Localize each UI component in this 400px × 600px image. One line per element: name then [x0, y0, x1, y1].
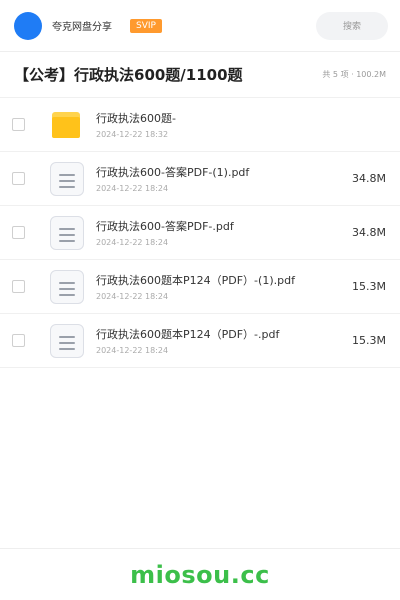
- list-item[interactable]: 行政执法600-答案PDF-.pdf 2024-12-22 18:24 34.8…: [0, 206, 400, 260]
- file-list: 行政执法600题- 2024-12-22 18:32 行政执法600-答案PDF…: [0, 98, 400, 368]
- file-date: 2024-12-22 18:32: [96, 130, 169, 139]
- file-date: 2024-12-22 18:24: [96, 238, 169, 247]
- file-name: 行政执法600题本P124（PDF）-(1).pdf: [96, 274, 295, 287]
- checkbox[interactable]: [12, 172, 25, 185]
- svip-badge: SVIP: [130, 18, 162, 33]
- checkbox[interactable]: [12, 118, 25, 131]
- folder-icon: [50, 108, 84, 142]
- file-size: 34.8M: [352, 172, 386, 185]
- list-item[interactable]: 行政执法600题本P124（PDF）-.pdf 2024-12-22 18:24…: [0, 314, 400, 368]
- page-title: 【公考】行政执法600题/1100题: [14, 66, 243, 84]
- file-name: 行政执法600-答案PDF-(1).pdf: [96, 166, 250, 179]
- file-date: 2024-12-22 18:24: [96, 292, 169, 301]
- file-size: 34.8M: [352, 226, 386, 239]
- file-name: 行政执法600题-: [96, 112, 176, 125]
- avatar[interactable]: [14, 11, 42, 40]
- list-item[interactable]: 行政执法600题- 2024-12-22 18:32: [0, 98, 400, 152]
- file-name: 行政执法600题本P124（PDF）-.pdf: [96, 328, 280, 341]
- search-label: 搜索: [342, 22, 361, 32]
- watermark: miosou.cc: [130, 560, 270, 589]
- footer: miosou.cc: [0, 548, 400, 600]
- share-title-row: 【公考】行政执法600题/1100题 共 5 项 · 100.2M: [0, 52, 400, 98]
- document-icon: [50, 161, 84, 196]
- share-meta: 共 5 项 · 100.2M: [322, 70, 386, 79]
- file-date: 2024-12-22 18:24: [96, 184, 169, 193]
- file-size: 15.3M: [352, 334, 386, 347]
- username: 夸克网盘分享: [52, 22, 112, 33]
- document-icon: [50, 269, 84, 304]
- checkbox[interactable]: [12, 280, 25, 293]
- list-item[interactable]: 行政执法600题本P124（PDF）-(1).pdf 2024-12-22 18…: [0, 260, 400, 314]
- document-icon: [50, 215, 84, 250]
- search-button[interactable]: 搜索: [316, 11, 388, 40]
- checkbox[interactable]: [12, 226, 25, 239]
- file-size: 15.3M: [352, 280, 386, 293]
- header-bar: 夸克网盘分享 SVIP 搜索: [0, 0, 400, 52]
- file-name: 行政执法600-答案PDF-.pdf: [96, 220, 234, 233]
- list-item[interactable]: 行政执法600-答案PDF-(1).pdf 2024-12-22 18:24 3…: [0, 152, 400, 206]
- document-icon: [50, 323, 84, 358]
- file-date: 2024-12-22 18:24: [96, 346, 169, 355]
- checkbox[interactable]: [12, 334, 25, 347]
